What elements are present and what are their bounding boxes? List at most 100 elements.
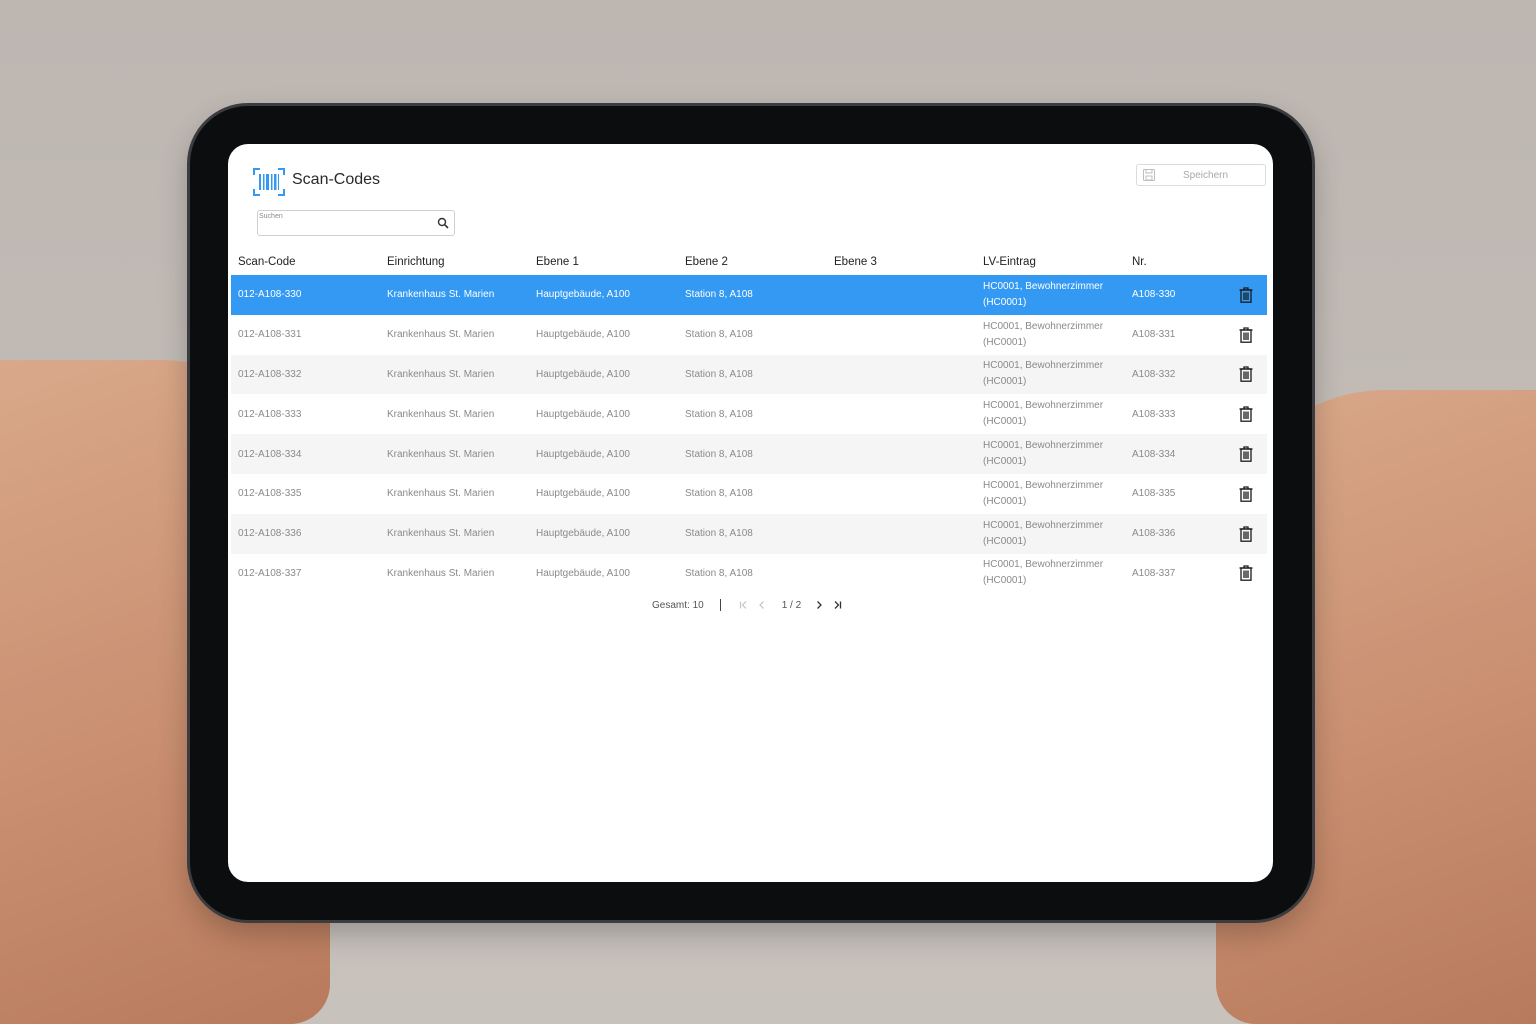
cell-ebene-1: Hauptgebäude, A100	[536, 289, 630, 301]
delete-cell	[1225, 287, 1267, 303]
tablet-device: Scan-Codes Speichern Suchen Scan-Code Ei…	[190, 106, 1312, 920]
table-row[interactable]: 012-A108-336 Krankenhaus St. Marien Haup…	[231, 513, 1267, 554]
cell-nr: A108-333	[1132, 408, 1176, 420]
cell-nr: A108-334	[1132, 448, 1176, 460]
chevron-left-icon	[758, 601, 764, 609]
trash-icon[interactable]	[1239, 327, 1253, 343]
table-row[interactable]: 012-A108-332 Krankenhaus St. Marien Haup…	[231, 354, 1267, 395]
cell-lv-eintrag: HC0001, Bewohnerzimmer (HC0001)	[983, 440, 1104, 468]
cell-einrichtung: Krankenhaus St. Marien	[387, 528, 495, 540]
chevron-right-icon	[817, 601, 823, 609]
cell-scan-code: 012-A108-337	[238, 567, 302, 579]
cell-ebene-2: Station 8, A108	[685, 488, 753, 500]
cell-einrichtung: Krankenhaus St. Marien	[387, 329, 495, 341]
delete-cell	[1225, 446, 1267, 462]
cell-lv-eintrag: HC0001, Bewohnerzimmer (HC0001)	[983, 320, 1104, 348]
cell-ebene-1: Hauptgebäude, A100	[536, 329, 630, 341]
cell-lv-eintrag: HC0001, Bewohnerzimmer (HC0001)	[983, 559, 1104, 587]
cell-nr: A108-332	[1132, 368, 1176, 380]
delete-cell	[1225, 327, 1267, 343]
last-page-button[interactable]	[831, 599, 843, 611]
trash-icon[interactable]	[1239, 366, 1253, 383]
page-indicator: 1 / 2	[781, 599, 802, 611]
pagination: Gesamt: 10 1 / 2	[652, 598, 849, 612]
cell-nr: A108-336	[1132, 528, 1176, 540]
cell-nr: A108-331	[1132, 329, 1176, 341]
cell-lv-eintrag: HC0001, Bewohnerzimmer (HC0001)	[983, 479, 1104, 507]
trash-icon[interactable]	[1239, 486, 1253, 502]
column-header-lv-eintrag[interactable]: LV-Eintrag	[976, 256, 1125, 268]
cell-einrichtung: Krankenhaus St. Marien	[387, 448, 495, 460]
cell-scan-code: 012-A108-331	[238, 329, 302, 341]
cell-lv-eintrag: HC0001, Bewohnerzimmer (HC0001)	[983, 519, 1104, 547]
search-label: Suchen	[259, 213, 283, 220]
search-input[interactable]	[260, 221, 430, 233]
cell-nr: A108-330	[1132, 289, 1176, 301]
column-header-ebene-3[interactable]: Ebene 3	[827, 256, 976, 268]
column-header-einrichtung[interactable]: Einrichtung	[380, 256, 529, 268]
cell-ebene-2: Station 8, A108	[685, 289, 753, 301]
previous-page-button[interactable]	[756, 599, 768, 611]
table-row[interactable]: 012-A108-337 Krankenhaus St. Marien Haup…	[231, 554, 1267, 594]
delete-cell	[1225, 565, 1267, 582]
floppy-disk-icon	[1143, 169, 1155, 181]
trash-icon[interactable]	[1239, 565, 1253, 582]
trash-icon[interactable]	[1239, 446, 1253, 462]
cell-ebene-2: Station 8, A108	[685, 368, 753, 380]
cell-scan-code: 012-A108-336	[238, 528, 302, 540]
delete-cell	[1225, 486, 1267, 502]
cell-einrichtung: Krankenhaus St. Marien	[387, 488, 495, 500]
cell-ebene-1: Hauptgebäude, A100	[536, 448, 630, 460]
cell-scan-code: 012-A108-332	[238, 368, 302, 380]
table-body: 012-A108-330 Krankenhaus St. Marien Haup…	[231, 275, 1267, 593]
cell-ebene-1: Hauptgebäude, A100	[536, 567, 630, 579]
cell-ebene-2: Station 8, A108	[685, 567, 753, 579]
cell-scan-code: 012-A108-335	[238, 488, 302, 500]
last-page-icon	[834, 601, 842, 609]
trash-icon[interactable]	[1239, 406, 1253, 423]
barcode-scan-icon	[253, 168, 285, 196]
table-row[interactable]: 012-A108-330 Krankenhaus St. Marien Haup…	[231, 275, 1267, 315]
table-row[interactable]: 012-A108-334 Krankenhaus St. Marien Haup…	[231, 434, 1267, 474]
trash-icon[interactable]	[1239, 526, 1253, 542]
cell-einrichtung: Krankenhaus St. Marien	[387, 567, 495, 579]
cell-ebene-1: Hauptgebäude, A100	[536, 528, 630, 540]
cell-ebene-2: Station 8, A108	[685, 408, 753, 420]
delete-cell	[1225, 406, 1267, 423]
next-page-button[interactable]	[813, 599, 825, 611]
total-count: Gesamt: 10	[652, 599, 704, 611]
search-icon[interactable]	[437, 217, 449, 229]
trash-icon[interactable]	[1239, 287, 1253, 303]
cell-lv-eintrag: HC0001, Bewohnerzimmer (HC0001)	[983, 280, 1104, 308]
page-title: Scan-Codes	[292, 171, 381, 188]
cell-ebene-2: Station 8, A108	[685, 329, 753, 341]
column-header-ebene-2[interactable]: Ebene 2	[678, 256, 827, 268]
cell-ebene-2: Station 8, A108	[685, 448, 753, 460]
pagination-divider	[719, 599, 721, 611]
cell-lv-eintrag: HC0001, Bewohnerzimmer (HC0001)	[983, 360, 1104, 388]
cell-scan-code: 012-A108-333	[238, 408, 302, 420]
cell-scan-code: 012-A108-334	[238, 448, 302, 460]
cell-lv-eintrag: HC0001, Bewohnerzimmer (HC0001)	[983, 400, 1104, 428]
cell-ebene-1: Hauptgebäude, A100	[536, 368, 630, 380]
search-field[interactable]: Suchen	[257, 210, 455, 236]
table-row[interactable]: 012-A108-335 Krankenhaus St. Marien Haup…	[231, 474, 1267, 514]
first-page-button[interactable]	[738, 599, 750, 611]
cell-ebene-1: Hauptgebäude, A100	[536, 408, 630, 420]
save-button[interactable]: Speichern	[1136, 164, 1266, 186]
cell-einrichtung: Krankenhaus St. Marien	[387, 408, 495, 420]
save-button-label: Speichern	[1183, 169, 1229, 181]
column-header-ebene-1[interactable]: Ebene 1	[529, 256, 678, 268]
column-header-scan-code[interactable]: Scan-Code	[231, 256, 380, 268]
cell-einrichtung: Krankenhaus St. Marien	[387, 368, 495, 380]
delete-cell	[1225, 366, 1267, 383]
app-screen: Scan-Codes Speichern Suchen Scan-Code Ei…	[228, 144, 1273, 882]
table-row[interactable]: 012-A108-331 Krankenhaus St. Marien Haup…	[231, 315, 1267, 355]
table-row[interactable]: 012-A108-333 Krankenhaus St. Marien Haup…	[231, 394, 1267, 434]
cell-ebene-2: Station 8, A108	[685, 528, 753, 540]
cell-nr: A108-335	[1132, 488, 1176, 500]
table-header: Scan-Code Einrichtung Ebene 1 Ebene 2 Eb…	[231, 250, 1267, 274]
column-header-nr[interactable]: Nr.	[1125, 256, 1225, 268]
cell-ebene-1: Hauptgebäude, A100	[536, 488, 630, 500]
cell-nr: A108-337	[1132, 567, 1176, 579]
